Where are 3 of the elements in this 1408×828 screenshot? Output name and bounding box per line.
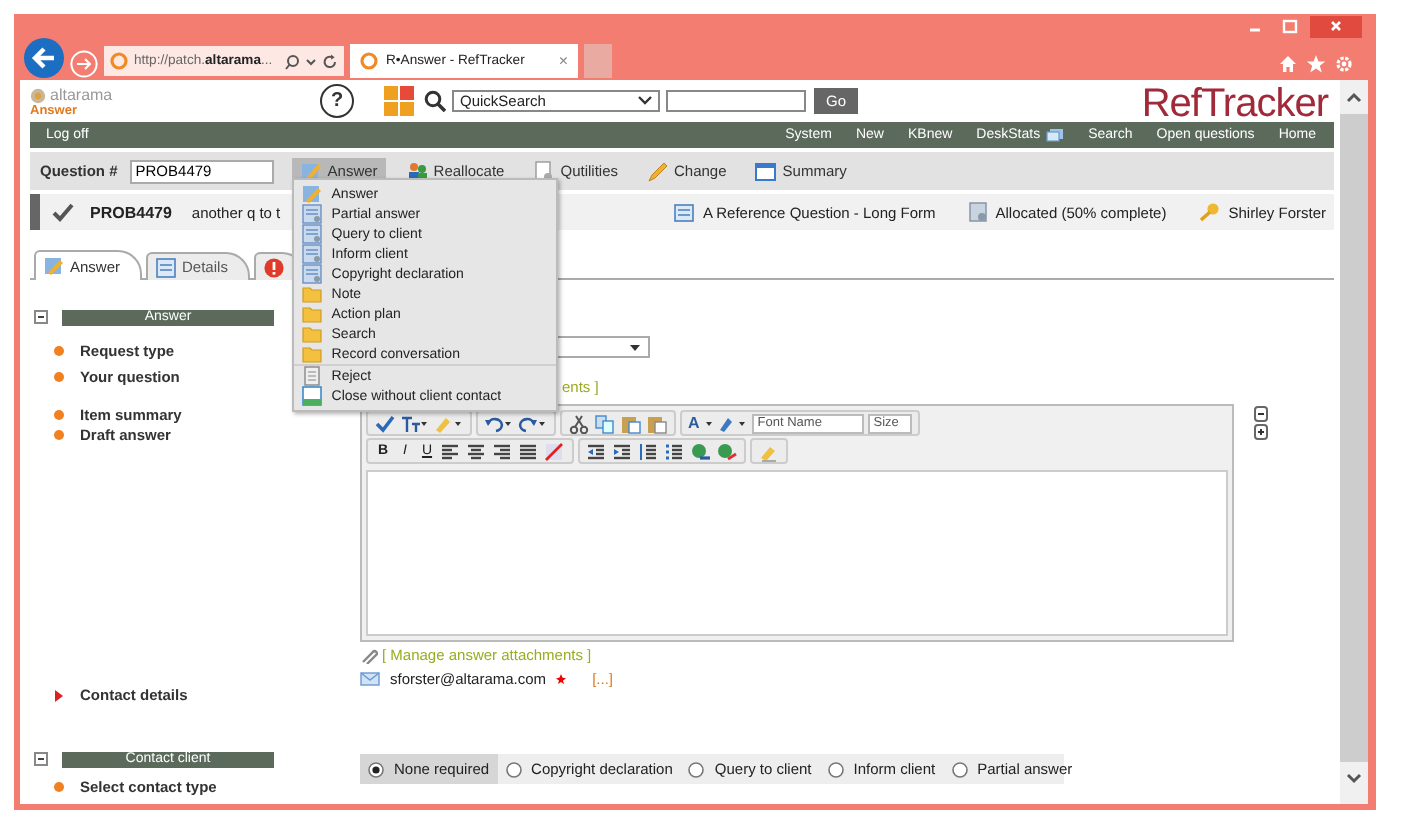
logo-text: altarama (50, 86, 113, 104)
question-id: PROB4479 (90, 203, 172, 221)
brand-logo: RefTracker (1141, 80, 1328, 124)
